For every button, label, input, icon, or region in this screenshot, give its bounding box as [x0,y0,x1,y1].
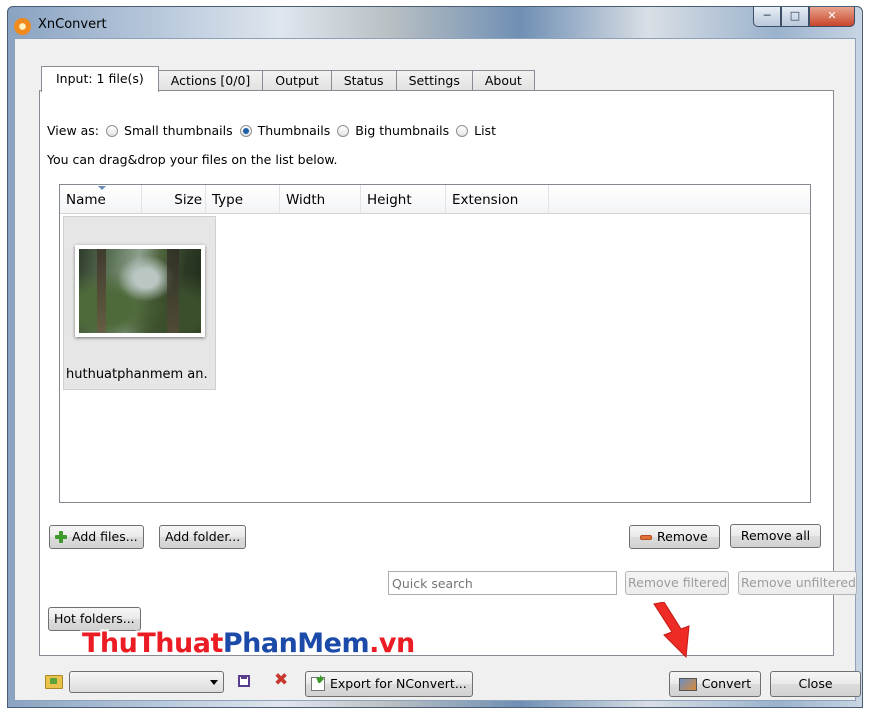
drag-drop-hint: You can drag&drop your files on the list… [47,152,338,167]
remove-all-button[interactable]: Remove all [730,524,821,548]
tab-bar: Input: 1 file(s) Actions [0/0] Output St… [41,65,535,92]
bottom-toolbar: ✖ Export for NConvert... Convert Close [15,667,861,701]
column-header-type[interactable]: Type [206,185,280,213]
xnconvert-window: XnConvert ─ □ ✕ Input: 1 file(s) Actions… [7,6,863,708]
open-folder-icon[interactable] [45,675,63,689]
export-nconvert-button[interactable]: Export for NConvert... [305,671,473,697]
small-thumbnails-label[interactable]: Small thumbnails [124,123,233,138]
convert-icon [678,677,697,691]
tab-input[interactable]: Input: 1 file(s) [41,66,159,92]
radio-big-thumbnails[interactable] [337,124,350,137]
thumbnail-image [79,249,201,333]
maximize-button[interactable]: □ [781,7,809,27]
export-icon [311,677,325,691]
radio-small-thumbnails[interactable] [106,124,119,137]
sort-arrow-icon [98,186,106,190]
save-icon[interactable] [238,675,250,687]
add-folder-button[interactable]: Add folder... [159,525,247,549]
minimize-button[interactable]: ─ [753,7,781,27]
convert-button[interactable]: Convert [669,671,761,697]
file-thumbnail-item[interactable]: huthuatphanmem an. [63,216,216,390]
input-panel: View as: Small thumbnails Thumbnails Big… [39,90,857,656]
plus-icon [55,531,67,543]
window-controls: ─ □ ✕ [753,7,855,28]
column-header-name[interactable]: Name [60,185,142,213]
tab-status[interactable]: Status [330,70,397,91]
watermark-logo: ThuThuatPhanMem.vn [82,628,415,659]
app-icon [14,18,31,35]
client-area: Input: 1 file(s) Actions [0/0] Output St… [14,38,861,701]
thumbnail-filename: huthuatphanmem an. [66,367,208,382]
radio-list[interactable] [456,124,469,137]
minus-icon [640,534,652,540]
preset-dropdown[interactable] [69,671,224,693]
quick-search-input[interactable] [388,571,617,595]
column-header-size[interactable]: Size [142,185,206,213]
tab-output[interactable]: Output [262,70,332,91]
remove-unfiltered-button[interactable]: Remove unfiltered [738,571,857,595]
thumbnail-frame [75,245,205,337]
radio-thumbnails[interactable] [239,124,252,137]
add-files-button[interactable]: Add files... [49,525,144,549]
window-title: XnConvert [38,17,107,32]
close-window-button[interactable]: ✕ [809,7,855,27]
file-list[interactable]: Name Size Type Width Height Extension hu… [59,184,811,503]
chevron-down-icon [210,680,218,685]
big-thumbnails-label[interactable]: Big thumbnails [355,123,449,138]
tab-actions[interactable]: Actions [0/0] [157,70,264,91]
thumbnails-label[interactable]: Thumbnails [258,123,331,138]
column-header-width[interactable]: Width [280,185,361,213]
view-as-group: View as: Small thumbnails Thumbnails Big… [47,123,496,138]
column-header-extension[interactable]: Extension [446,185,549,213]
file-list-header: Name Size Type Width Height Extension [60,185,810,214]
arrow-icon [653,602,690,659]
close-button[interactable]: Close [770,671,861,697]
list-label[interactable]: List [474,123,496,138]
tab-settings[interactable]: Settings [395,70,473,91]
remove-button[interactable]: Remove [629,525,720,549]
tab-about[interactable]: About [471,70,535,91]
column-header-height[interactable]: Height [361,185,446,213]
view-as-label: View as: [47,123,100,138]
delete-icon[interactable]: ✖ [274,670,288,690]
remove-filtered-button[interactable]: Remove filtered [625,571,729,595]
